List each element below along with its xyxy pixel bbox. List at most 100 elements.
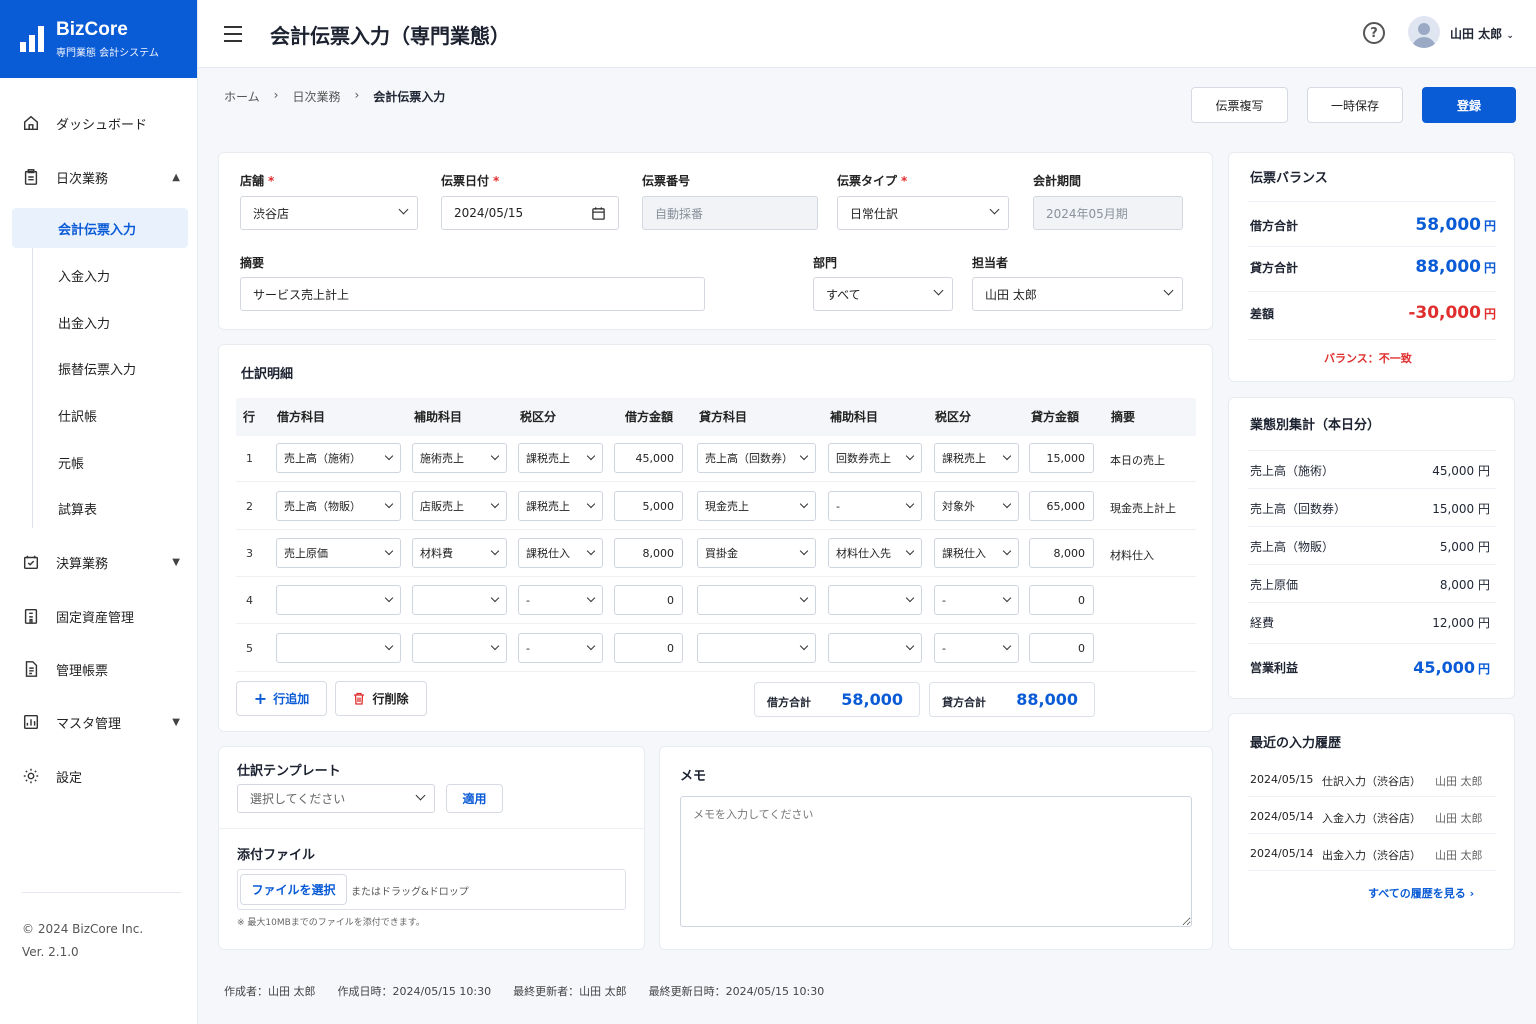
nav-trial-balance[interactable]: 試算表	[12, 488, 188, 528]
save-draft-button[interactable]: 一時保存	[1307, 87, 1403, 123]
journal-dr-amt-field[interactable]: 0	[614, 633, 683, 663]
memo-textarea[interactable]	[680, 796, 1192, 927]
delete-row-button[interactable]: 行削除	[335, 681, 427, 716]
journal-dr-tax-field[interactable]: -	[518, 633, 603, 663]
user-menu[interactable]: 山田 太郎 ⌄	[1450, 25, 1514, 42]
journal-cr-amt-field[interactable]: 0	[1029, 633, 1094, 663]
nav-settings[interactable]: 設定	[0, 756, 198, 796]
journal-dr-tax-field[interactable]: 課税売上	[518, 443, 603, 473]
nav-ledger[interactable]: 元帳	[12, 442, 188, 482]
history-title: 最近の入力履歴	[1250, 736, 1342, 751]
drop-hint: またはドラッグ&ドロップ	[351, 887, 469, 898]
journal-cr-tax-field[interactable]: -	[934, 633, 1019, 663]
calendar-icon[interactable]	[591, 206, 606, 221]
journal-dr-field[interactable]: 売上高（施術）	[276, 443, 401, 473]
chevron-down-icon	[1002, 641, 1012, 651]
nav-reports[interactable]: 管理帳票	[0, 649, 198, 689]
journal-dr-amt-field[interactable]: 45,000	[614, 443, 683, 473]
journal-cr-sub-field[interactable]	[828, 633, 922, 663]
journal-dr-sub-field[interactable]	[412, 633, 507, 663]
balance-debit-label: 借方合計	[1250, 218, 1299, 233]
template-select[interactable]: 選択してください	[237, 784, 435, 813]
journal-dr-tax-field[interactable]: 課税仕入	[518, 538, 603, 568]
journal-dr-amt-field[interactable]: 5,000	[614, 491, 683, 521]
chevron-down-icon	[398, 204, 409, 215]
app-logo[interactable]: BizCore 専門業態 会計システム	[0, 0, 197, 78]
journal-cr-sub-field[interactable]: -	[828, 491, 922, 521]
journal-cr-amt-field[interactable]: 65,000	[1029, 491, 1094, 521]
nav-label: マスタ管理	[56, 716, 122, 732]
copy-voucher-button[interactable]: 伝票複写	[1191, 87, 1288, 123]
divider	[1248, 643, 1496, 644]
summary-label: 摘要	[240, 256, 265, 270]
chevron-down-icon: ▼	[172, 716, 180, 728]
journal-dr-field[interactable]: 売上高（物販）	[276, 491, 401, 521]
nav-voucher-entry[interactable]: 会計伝票入力	[12, 208, 188, 248]
journal-cr-amt-field[interactable]: 0	[1029, 585, 1094, 615]
chevron-down-icon	[905, 593, 915, 603]
menu-icon[interactable]	[224, 26, 242, 47]
person-select[interactable]: 山田 太郎	[972, 277, 1183, 311]
nav-master[interactable]: マスタ管理 ▼	[0, 702, 198, 742]
journal-dr-tax-field[interactable]: -	[518, 585, 603, 615]
balance-diff-row: 差額 -30,000 円	[1250, 303, 1496, 323]
nav-daily[interactable]: 日次業務 ▲	[0, 157, 198, 197]
help-icon[interactable]: ?	[1363, 22, 1385, 44]
journal-cr-amt-field[interactable]: 15,000	[1029, 443, 1094, 473]
journal-dr-field[interactable]	[276, 585, 401, 615]
nav-receipt-entry[interactable]: 入金入力	[12, 255, 188, 295]
journal-cr-tax-field[interactable]: 対象外	[934, 491, 1019, 521]
journal-cr-sub-field[interactable]	[828, 585, 922, 615]
journal-cr-tax-field[interactable]: 課税売上	[934, 443, 1019, 473]
breadcrumb-home[interactable]: ホーム	[224, 88, 260, 105]
view-all-history-link[interactable]: すべての履歴を見る ›	[1368, 885, 1474, 901]
breadcrumb-daily[interactable]: 日次業務	[292, 88, 340, 105]
page-title: 会計伝票入力（専門業態）	[270, 24, 510, 48]
summary-input[interactable]: サービス売上計上	[240, 277, 705, 311]
journal-dr-field[interactable]: 売上原価	[276, 538, 401, 568]
journal-dr-tax-field[interactable]: 課税売上	[518, 491, 603, 521]
journal-cr-field[interactable]: 売上高（回数券）	[697, 443, 816, 473]
journal-dr-sub-field[interactable]: 材料費	[412, 538, 507, 568]
nav-fixed-assets[interactable]: 固定資産管理	[0, 596, 198, 636]
journal-dr-amt-field[interactable]: 0	[614, 585, 683, 615]
date-input[interactable]: 2024/05/15	[441, 196, 619, 230]
journal-dr-sub-field[interactable]: 店販売上	[412, 491, 507, 521]
nav-dashboard[interactable]: ダッシュボード	[0, 103, 198, 143]
history-item[interactable]: 2024/05/15 仕訳入力（渋谷店） 山田 太郎	[1250, 773, 1483, 789]
journal-cr-field[interactable]: 買掛金	[697, 538, 816, 568]
journal-cr-amt-field[interactable]: 8,000	[1029, 538, 1094, 568]
file-drop-zone[interactable]: ファイルを選択 またはドラッグ&ドロップ	[237, 869, 626, 910]
history-item[interactable]: 2024/05/14 出金入力（渋谷店） 山田 太郎	[1250, 847, 1483, 863]
journal-cr-tax-field[interactable]: 課税仕入	[934, 538, 1019, 568]
summary-item: 経費 12,000 円	[1250, 614, 1490, 631]
add-row-button[interactable]: + 行追加	[236, 681, 327, 716]
history-item[interactable]: 2024/05/14 入金入力（渋谷店） 山田 太郎	[1250, 810, 1483, 826]
credit-total-value: 88,000	[1016, 690, 1078, 709]
journal-cr-sub-field[interactable]: 材料仕入先	[828, 538, 922, 568]
register-button[interactable]: 登録	[1422, 87, 1516, 123]
nav-transfer-entry[interactable]: 振替伝票入力	[12, 348, 188, 388]
journal-cr-tax-field[interactable]: -	[934, 585, 1019, 615]
journal-cr-field[interactable]: 現金売上	[697, 491, 816, 521]
chevron-down-icon	[384, 641, 394, 651]
store-select[interactable]: 渋谷店	[240, 196, 418, 230]
journal-dr-sub-field[interactable]	[412, 585, 507, 615]
apply-template-button[interactable]: 適用	[446, 784, 503, 813]
journal-cr-field[interactable]	[697, 585, 816, 615]
calendar-check-icon	[23, 555, 39, 570]
dept-select[interactable]: すべて	[813, 277, 953, 311]
type-select[interactable]: 日常仕訳	[837, 196, 1009, 230]
journal-cr-sub-field[interactable]: 回数券売上	[828, 443, 922, 473]
nav-payment-entry[interactable]: 出金入力	[12, 302, 188, 342]
journal-dr-field[interactable]	[276, 633, 401, 663]
divider	[1248, 450, 1496, 451]
profit-label: 営業利益	[1250, 661, 1299, 675]
choose-file-button[interactable]: ファイルを選択	[240, 874, 347, 905]
nav-closing[interactable]: 決算業務 ▼	[0, 542, 198, 582]
journal-dr-sub-field[interactable]: 施術売上	[412, 443, 507, 473]
journal-cr-field[interactable]	[697, 633, 816, 663]
nav-journal-book[interactable]: 仕訳帳	[12, 395, 188, 435]
journal-dr-amt-field[interactable]: 8,000	[614, 538, 683, 568]
avatar[interactable]	[1408, 16, 1440, 48]
